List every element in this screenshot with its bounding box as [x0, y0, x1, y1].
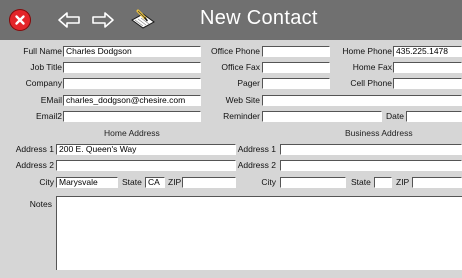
business-address2-field[interactable] — [280, 160, 462, 171]
close-icon — [15, 15, 25, 25]
window-title: New Contact — [200, 7, 318, 29]
business-address1-label: Address 1 — [237, 144, 276, 154]
home-fax-field[interactable] — [393, 62, 462, 73]
business-zip-field[interactable] — [412, 177, 462, 188]
forward-arrow-icon — [92, 12, 114, 28]
pager-field[interactable] — [262, 78, 330, 89]
home-zip-field[interactable] — [182, 177, 236, 188]
date-label: Date — [386, 111, 404, 121]
home-phone-label: Home Phone — [342, 46, 392, 56]
notes-label: Notes — [29, 199, 52, 209]
close-button[interactable] — [9, 9, 31, 31]
full-name-label: Full Name — [23, 46, 62, 56]
home-city-field[interactable]: Marysvale — [56, 177, 118, 188]
back-button[interactable] — [56, 7, 82, 33]
company-field[interactable] — [63, 78, 201, 89]
job-title-field[interactable] — [63, 62, 201, 73]
home-state-label: State — [122, 177, 142, 187]
notepad-pen-icon — [131, 9, 155, 29]
business-state-label: State — [351, 177, 371, 187]
reminder-field[interactable] — [262, 111, 382, 122]
business-zip-label: ZIP — [396, 177, 410, 187]
office-fax-label: Office Fax — [221, 62, 260, 72]
pager-label: Pager — [237, 78, 260, 88]
home-city-label: City — [39, 177, 54, 187]
web-site-label: Web Site — [225, 95, 260, 105]
business-address1-field[interactable] — [280, 144, 462, 155]
home-address2-label: Address 2 — [15, 160, 54, 170]
business-address2-label: Address 2 — [237, 160, 276, 170]
office-phone-label: Office Phone — [211, 46, 260, 56]
business-city-field[interactable] — [280, 177, 346, 188]
cell-phone-label: Cell Phone — [350, 78, 392, 88]
office-fax-field[interactable] — [262, 62, 330, 73]
forward-button[interactable] — [90, 7, 116, 33]
business-state-field[interactable] — [374, 177, 392, 188]
web-site-field[interactable] — [262, 95, 462, 106]
new-contact-window: New Contact Full Name Charles Dodgson Jo… — [0, 0, 462, 278]
date-field[interactable] — [406, 111, 462, 122]
title-bar: New Contact — [0, 0, 462, 40]
job-title-label: Job Title — [30, 62, 62, 72]
home-state-field[interactable]: CA — [145, 177, 165, 188]
home-address1-field[interactable]: 200 E. Queen's Way — [56, 144, 236, 155]
home-phone-field[interactable]: 435.225.1478 — [393, 46, 462, 57]
email-field[interactable]: charles_dodgson@chesire.com — [63, 95, 201, 106]
home-fax-label: Home Fax — [352, 62, 392, 72]
email2-label: Email2 — [36, 111, 62, 121]
email-label: EMail — [40, 95, 62, 105]
back-arrow-icon — [58, 12, 80, 28]
home-address2-field[interactable] — [56, 160, 236, 171]
reminder-label: Reminder — [223, 111, 260, 121]
business-city-label: City — [261, 177, 276, 187]
company-label: Company — [25, 78, 62, 88]
notes-button[interactable] — [128, 7, 158, 33]
full-name-field[interactable]: Charles Dodgson — [63, 46, 201, 57]
business-address-heading: Business Address — [345, 128, 413, 138]
notes-field[interactable] — [56, 196, 462, 270]
home-zip-label: ZIP — [168, 177, 182, 187]
cell-phone-field[interactable] — [393, 78, 462, 89]
home-address1-label: Address 1 — [15, 144, 54, 154]
home-address-heading: Home Address — [104, 128, 160, 138]
office-phone-field[interactable] — [262, 46, 330, 57]
email2-field[interactable] — [63, 111, 201, 122]
